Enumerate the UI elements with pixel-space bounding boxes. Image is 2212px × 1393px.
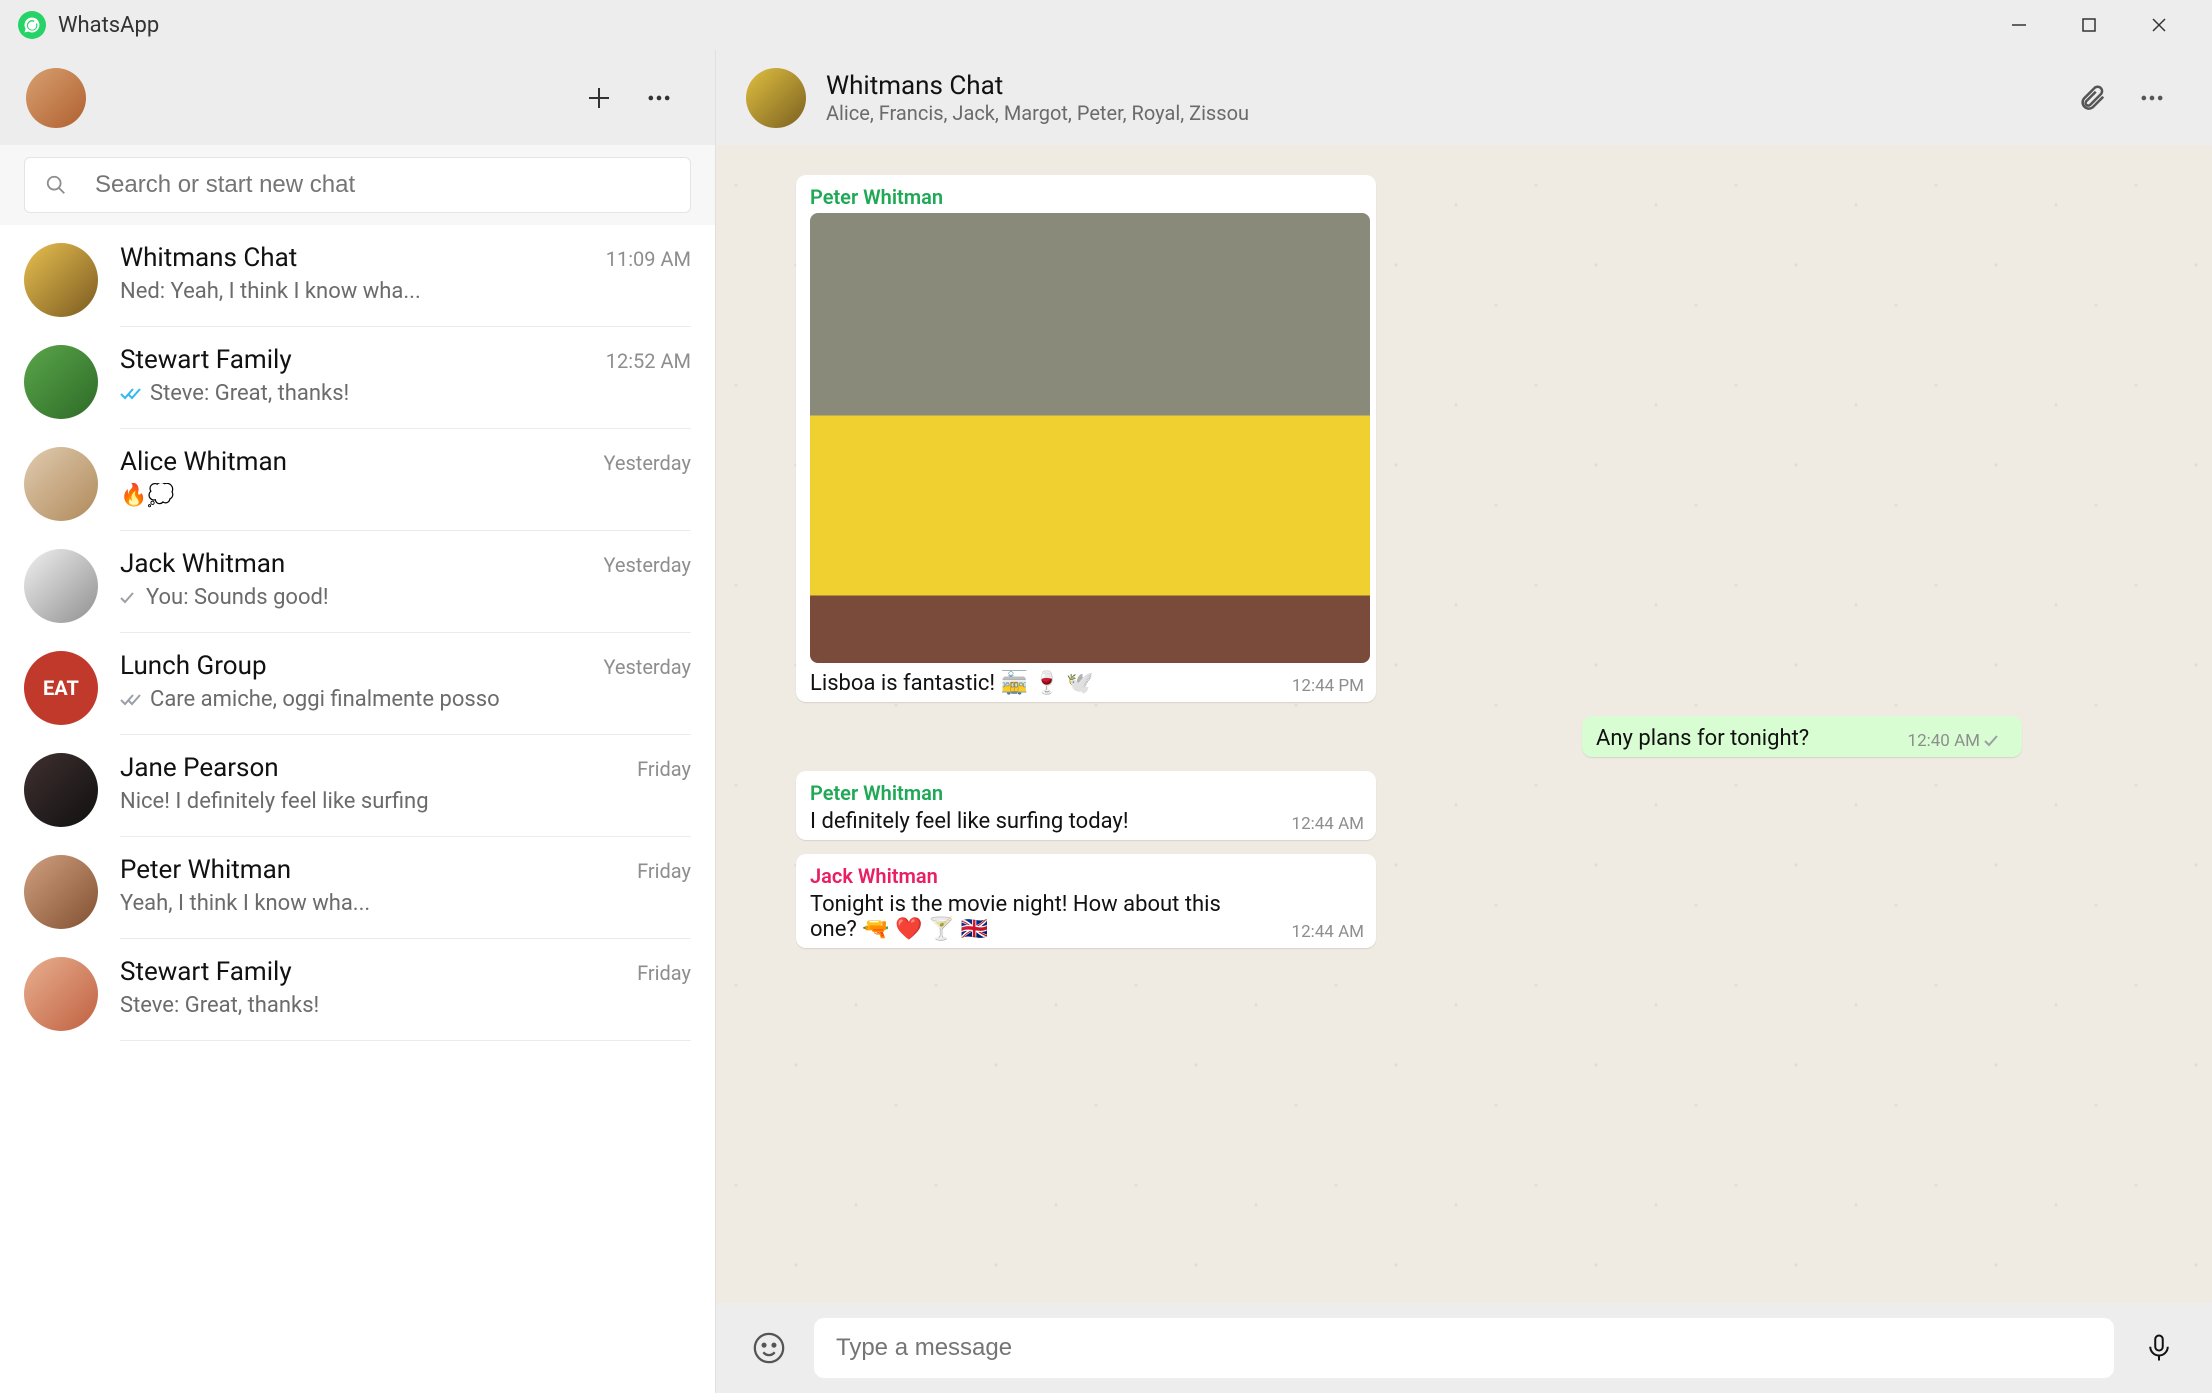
whatsapp-icon xyxy=(18,11,46,39)
chat-item-time: Friday xyxy=(637,859,691,883)
chat-item-time: 12:52 AM xyxy=(606,349,691,373)
chat-item-preview: You: Sounds good! xyxy=(120,585,691,610)
chat-item-preview: Steve: Great, thanks! xyxy=(120,993,691,1018)
chat-list-item[interactable]: Stewart Family 12:52 AM Steve: Great, than… xyxy=(0,327,715,429)
chat-item-avatar: EAT xyxy=(24,651,98,725)
message-input-wrap[interactable] xyxy=(814,1318,2114,1378)
chat-avatar[interactable] xyxy=(746,68,806,128)
chat-item-preview: Steve: Great, thanks! xyxy=(120,381,691,406)
emoji-button[interactable] xyxy=(744,1323,794,1373)
message-sender: Jack Whitman xyxy=(810,864,1362,888)
chat-subtitle: Alice, Francis, Jack, Margot, Peter, Roy… xyxy=(826,101,2062,125)
attach-button[interactable] xyxy=(2062,68,2122,128)
menu-button[interactable] xyxy=(629,68,689,128)
chat-item-avatar xyxy=(24,957,98,1031)
chat-item-avatar xyxy=(24,345,98,419)
chat-list-item[interactable]: Jane Pearson Friday Nice! I definitely fee… xyxy=(0,735,715,837)
message-input[interactable] xyxy=(836,1334,2092,1362)
chat-list-item[interactable]: Peter Whitman Friday Yeah, I think I know … xyxy=(0,837,715,939)
chat-item-preview: Care amiche, oggi finalmente posso xyxy=(120,687,691,712)
chat-item-name: Stewart Family xyxy=(120,957,625,987)
chat-item-time: Yesterday xyxy=(603,451,691,475)
image-attachment[interactable] xyxy=(810,213,1370,663)
chat-item-avatar xyxy=(24,855,98,929)
my-avatar[interactable] xyxy=(26,68,86,128)
message-time: 12:44 PM xyxy=(1292,676,1364,696)
messages-pane[interactable]: Peter Whitman Lisboa is fantastic! 🚋 🍷 🕊️… xyxy=(716,145,2212,1303)
chat-item-preview: 🔥💭 xyxy=(120,483,691,508)
chat-list[interactable]: Whitmans Chat 11:09 AM Ned: Yeah, I think … xyxy=(0,225,715,1393)
chat-item-time: 11:09 AM xyxy=(606,247,691,271)
chat-item-avatar xyxy=(24,549,98,623)
chat-item-name: Peter Whitman xyxy=(120,855,625,885)
chat-item-name: Stewart Family xyxy=(120,345,594,375)
message-text: Lisboa is fantastic! 🚋 🍷 🕊️ xyxy=(810,671,1362,696)
chat-item-time: Yesterday xyxy=(603,655,691,679)
message-incoming[interactable]: Peter Whitman Lisboa is fantastic! 🚋 🍷 🕊️… xyxy=(796,175,1376,702)
chat-item-name: Whitmans Chat xyxy=(120,243,594,273)
chat-list-item[interactable]: Stewart Family Friday Steve: Great, thanks… xyxy=(0,939,715,1041)
chat-menu-button[interactable] xyxy=(2122,68,2182,128)
message-time: 12:44 AM xyxy=(1292,922,1364,942)
chat-list-item[interactable]: Alice Whitman Yesterday 🔥💭 xyxy=(0,429,715,531)
chat-header: Whitmans Chat Alice, Francis, Jack, Marg… xyxy=(716,50,2212,145)
search-field[interactable] xyxy=(95,171,670,199)
chat-item-preview: Ned: Yeah, I think I know wha... xyxy=(120,279,691,304)
search-wrap xyxy=(0,145,715,225)
sidebar: Whitmans Chat 11:09 AM Ned: Yeah, I think … xyxy=(0,50,716,1393)
chat-item-time: Yesterday xyxy=(603,553,691,577)
voice-button[interactable] xyxy=(2134,1323,2184,1373)
chat-item-preview: Nice! I definitely feel like surfing xyxy=(120,789,691,814)
composer xyxy=(716,1303,2212,1393)
message-incoming[interactable]: Peter Whitman I definitely feel like surf… xyxy=(796,771,1376,840)
chat-item-avatar xyxy=(24,447,98,521)
message-time: 12:44 AM xyxy=(1292,814,1364,834)
chat-title[interactable]: Whitmans Chat xyxy=(826,71,2062,101)
message-sender: Peter Whitman xyxy=(810,781,1362,805)
chat-item-name: Alice Whitman xyxy=(120,447,591,477)
close-button[interactable] xyxy=(2124,0,2194,50)
chat-item-time: Friday xyxy=(637,757,691,781)
search-input[interactable] xyxy=(24,157,691,213)
maximize-button[interactable] xyxy=(2054,0,2124,50)
message-outgoing[interactable]: Any plans for tonight?12:40 AM xyxy=(1582,716,2022,757)
message-time: 12:40 AM xyxy=(1908,731,2010,751)
message-incoming[interactable]: Jack Whitman Tonight is the movie night! … xyxy=(796,854,1376,948)
chat-item-preview: Yeah, I think I know wha... xyxy=(120,891,691,916)
search-icon xyxy=(45,174,67,196)
new-chat-button[interactable] xyxy=(569,68,629,128)
chat-item-name: Jack Whitman xyxy=(120,549,591,579)
chat-item-time: Friday xyxy=(637,961,691,985)
message-text: Tonight is the movie night! How about th… xyxy=(810,892,1362,942)
chat-list-item[interactable]: Whitmans Chat 11:09 AM Ned: Yeah, I think … xyxy=(0,225,715,327)
chat-list-item[interactable]: Jack Whitman Yesterday You: Sounds good! xyxy=(0,531,715,633)
chat-item-avatar xyxy=(24,243,98,317)
main-pane: Whitmans Chat Alice, Francis, Jack, Marg… xyxy=(716,50,2212,1393)
chat-item-avatar xyxy=(24,753,98,827)
app-name: WhatsApp xyxy=(58,13,159,38)
sidebar-header xyxy=(0,50,715,145)
message-text: I definitely feel like surfing today! xyxy=(810,809,1362,834)
chat-item-name: Lunch Group xyxy=(120,651,591,681)
chat-item-name: Jane Pearson xyxy=(120,753,625,783)
chat-list-item[interactable]: EAT Lunch Group Yesterday Care amiche, oggi… xyxy=(0,633,715,735)
titlebar: WhatsApp xyxy=(0,0,2212,50)
minimize-button[interactable] xyxy=(1984,0,2054,50)
message-sender: Peter Whitman xyxy=(810,185,1362,209)
